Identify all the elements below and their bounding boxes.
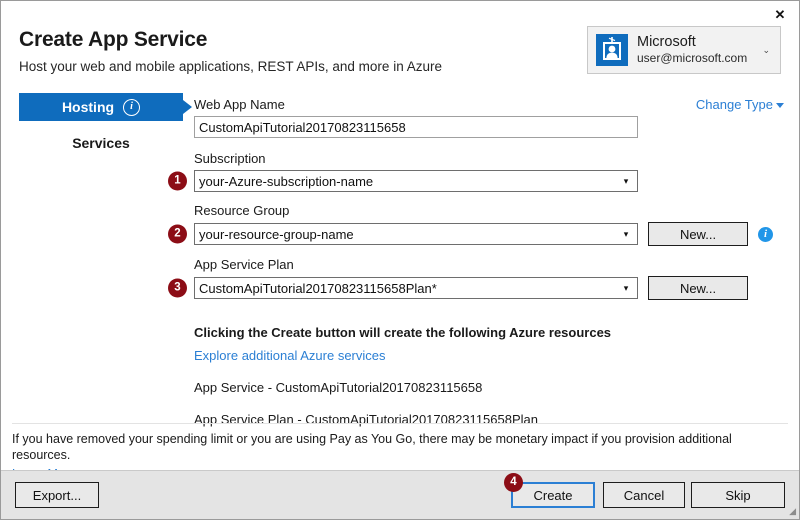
- explore-services-link[interactable]: Explore additional Azure services: [194, 347, 784, 364]
- sidebar-nav: Hosting i Services: [19, 93, 192, 157]
- resource-group-label: Resource Group: [194, 203, 290, 218]
- sidebar-item-label: Hosting: [61, 99, 115, 115]
- hosting-form: Web App Name Change Type Subscription 1 …: [168, 97, 784, 428]
- account-email: user@microsoft.com: [637, 51, 748, 65]
- chevron-down-icon: ▾: [623, 175, 629, 186]
- subscription-row: 1 your-Azure-subscription-name ▾: [168, 170, 784, 192]
- sidebar-item-label: Services: [72, 135, 130, 151]
- create-button[interactable]: Create: [511, 482, 595, 508]
- account-selector[interactable]: Microsoft user@microsoft.com ⌄: [587, 26, 781, 74]
- create-app-service-dialog: ✕ Create App Service Host your web and m…: [0, 0, 800, 520]
- web-app-name-input[interactable]: [194, 116, 638, 138]
- new-resource-group-button[interactable]: New...: [648, 222, 748, 246]
- title-bar: ✕: [1, 1, 799, 27]
- chevron-down-icon[interactable]: ⌄: [762, 45, 772, 56]
- account-name: Microsoft: [637, 34, 696, 50]
- dialog-header: Create App Service Host your web and mob…: [19, 27, 442, 75]
- summary-title: Clicking the Create button will create t…: [194, 325, 612, 340]
- change-type-link[interactable]: Change Type: [696, 97, 784, 112]
- web-app-name-label: Web App Name: [194, 97, 285, 112]
- resource-group-select[interactable]: your-resource-group-name ▾: [194, 223, 638, 245]
- page-title: Create App Service: [19, 28, 208, 51]
- callout-badge-2: 2: [168, 224, 187, 244]
- chevron-down-icon: ▾: [623, 228, 629, 239]
- app-service-plan-row: 3 CustomApiTutorial20170823115658Plan* ▾…: [168, 276, 784, 300]
- callout-badge-1: 1: [168, 171, 187, 191]
- resize-grip-icon[interactable]: ◢: [784, 505, 796, 517]
- account-text: Microsoft user@microsoft.com: [637, 34, 762, 66]
- sidebar-item-services[interactable]: Services: [19, 129, 183, 157]
- cancel-button[interactable]: Cancel: [603, 482, 685, 508]
- app-service-plan-label: App Service Plan: [194, 257, 294, 272]
- summary-resource-item: App Service - CustomApiTutorial201708231…: [194, 380, 483, 395]
- skip-button[interactable]: Skip: [691, 482, 785, 508]
- chevron-down-icon: ▾: [623, 282, 629, 293]
- subscription-value: your-Azure-subscription-name: [199, 173, 374, 189]
- info-icon[interactable]: i: [758, 226, 773, 242]
- close-icon[interactable]: ✕: [767, 5, 793, 25]
- page-subtitle: Host your web and mobile applications, R…: [19, 59, 442, 74]
- subscription-select[interactable]: your-Azure-subscription-name ▾: [194, 170, 638, 192]
- selection-arrow-icon: [183, 100, 192, 114]
- callout-badge-4: 4: [504, 473, 523, 492]
- resource-group-row: 2 your-resource-group-name ▾ New... i: [168, 222, 784, 246]
- change-type-label: Change Type: [695, 97, 773, 112]
- callout-badge-3: 3: [168, 278, 187, 298]
- subscription-label: Subscription: [194, 151, 266, 166]
- web-app-name-label-row: Web App Name Change Type: [194, 97, 784, 116]
- badge-person-icon: [596, 34, 628, 66]
- export-button[interactable]: Export...: [15, 482, 99, 508]
- disclaimer-text: If you have removed your spending limit …: [12, 432, 732, 462]
- resources-summary: Clicking the Create button will create t…: [194, 324, 784, 428]
- sidebar-item-hosting[interactable]: Hosting i: [19, 93, 192, 121]
- web-app-name-row: [194, 116, 784, 138]
- info-icon[interactable]: i: [123, 98, 141, 116]
- dialog-footer: Export... Create Cancel Skip ◢: [1, 470, 799, 519]
- new-app-service-plan-button[interactable]: New...: [648, 276, 748, 300]
- resource-group-value: your-resource-group-name: [199, 226, 354, 242]
- chevron-down-icon: [776, 103, 784, 108]
- app-service-plan-select[interactable]: CustomApiTutorial20170823115658Plan* ▾: [194, 277, 638, 299]
- app-service-plan-value: CustomApiTutorial20170823115658Plan*: [199, 280, 437, 296]
